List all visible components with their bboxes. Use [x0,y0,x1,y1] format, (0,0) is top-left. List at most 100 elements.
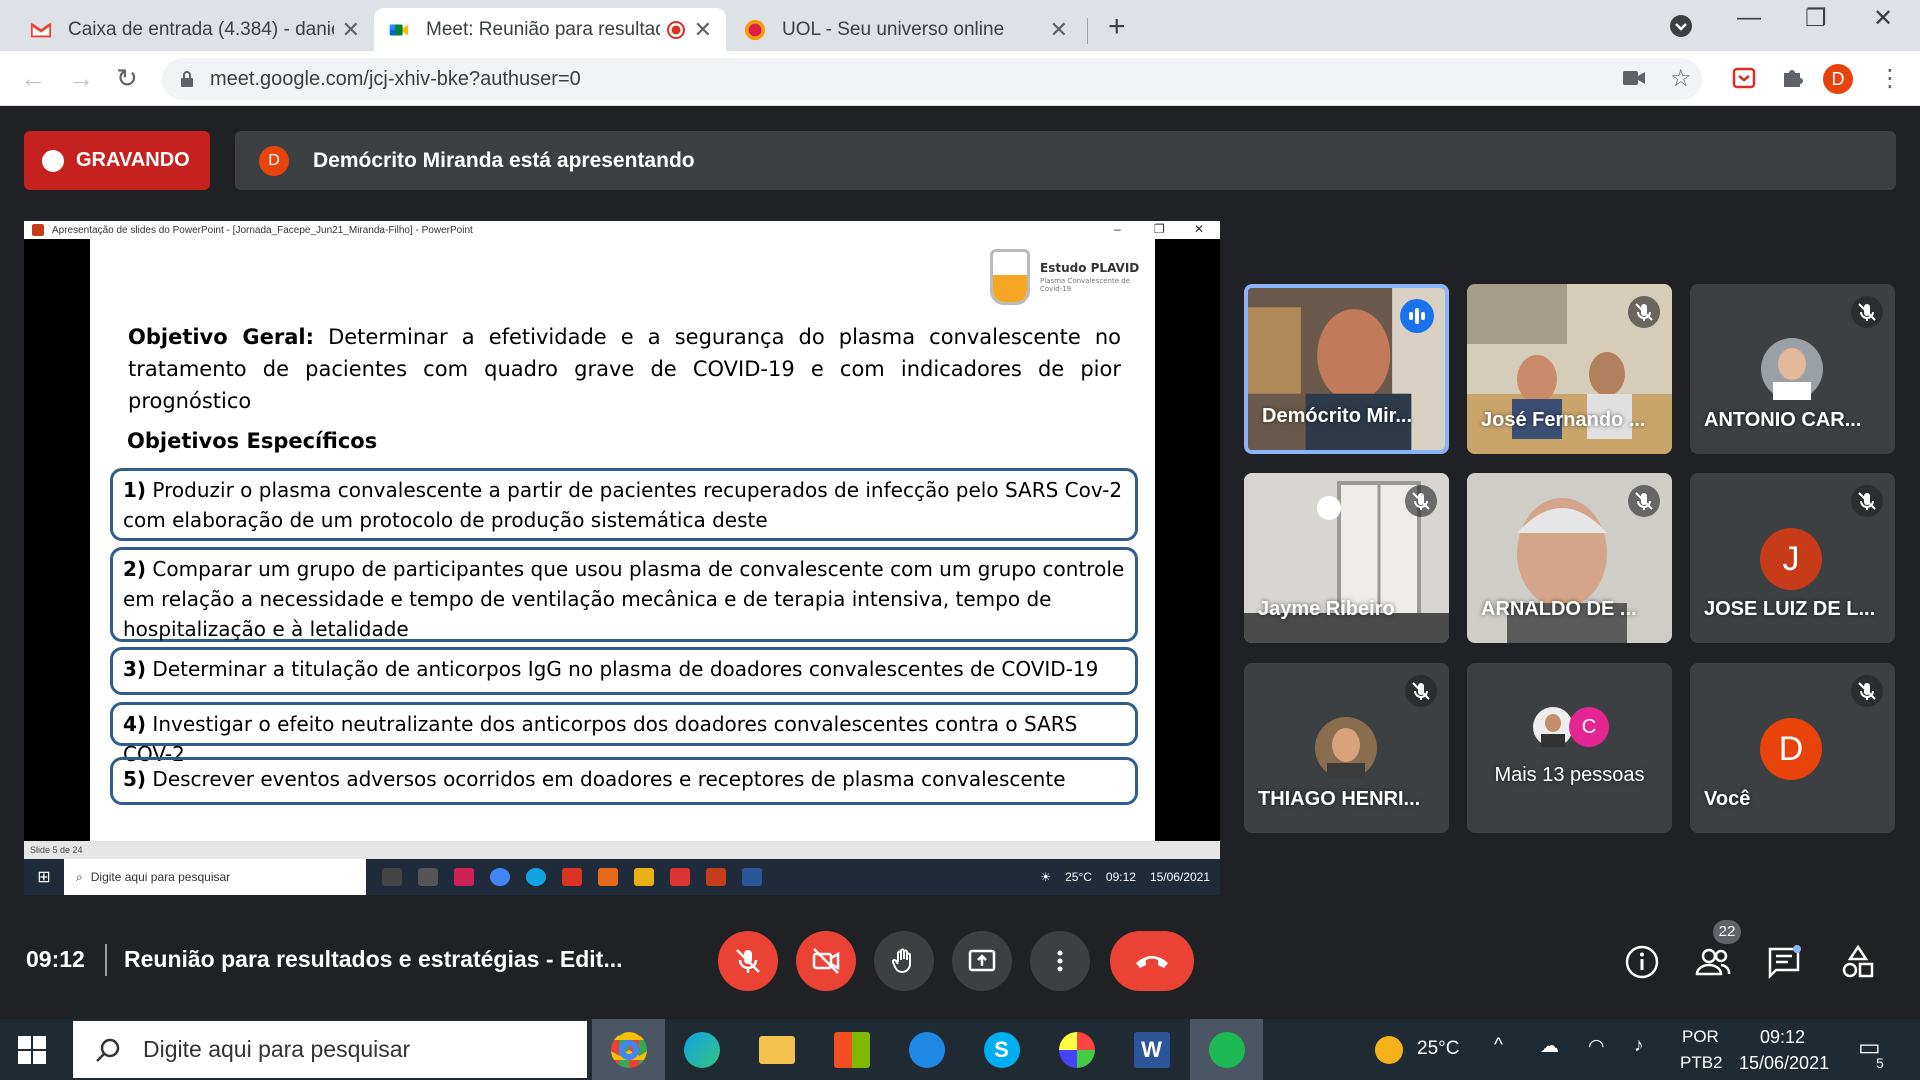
wifi-icon[interactable]: ◠ [1588,1035,1605,1058]
participant-photo [1315,717,1377,779]
meeting-details-icon[interactable] [1624,944,1660,980]
self-tile[interactable]: D Você [1690,663,1895,833]
microphone-toggle-button[interactable] [718,931,778,991]
search-icon [96,1038,120,1062]
tab-meet[interactable]: Meet: Reunião para resultad ✕ [374,8,726,51]
taskbar-spotify[interactable] [1190,1019,1263,1080]
powerpoint-icon [706,868,726,886]
participant-tile[interactable]: Demócrito Mir... [1244,284,1449,454]
tab-uol[interactable]: UOL - Seu universo online ✕ [730,8,1082,51]
participant-name: JOSE LUIZ DE L... [1704,598,1876,620]
participant-tile[interactable]: José Fernando ... [1467,284,1672,454]
word-icon [742,868,762,886]
activities-icon[interactable] [1840,944,1876,980]
objetivo-text: Produzir o plasma convalescente a partir… [123,478,1123,532]
minimize-button[interactable]: — [1737,4,1761,32]
forward-button[interactable]: → [68,63,94,94]
close-icon[interactable]: ✕ [694,17,712,43]
participant-tile[interactable]: THIAGO HENRI... [1244,663,1449,833]
shared-time: 09:12 [1105,870,1136,884]
recording-indicator-icon [666,20,685,39]
store-icon [833,1031,870,1068]
taskbar-paint[interactable] [1040,1019,1113,1080]
more-participants-tile[interactable]: C Mais 13 pessoas [1467,663,1672,833]
objetivo-geral: Objetivo Geral: Determinar a efetividade… [128,321,1121,417]
recording-badge[interactable]: GRAVANDO [24,131,210,190]
taskbar-search[interactable]: Digite aqui para pesquisar [73,1021,587,1078]
camera-icon[interactable] [1622,68,1646,88]
back-button[interactable]: ← [20,63,46,94]
participant-tile[interactable]: Jayme Ribeiro [1244,473,1449,643]
windows-taskbar: Digite aqui para pesquisar S W 25°C ^ ☁ … [0,1019,1920,1080]
raise-hand-button[interactable] [874,931,934,991]
present-screen-button[interactable] [952,931,1012,991]
chrome-icon [610,1031,647,1068]
bookmark-star-icon[interactable]: ☆ [1670,64,1692,93]
skype-icon: S [983,1031,1020,1068]
mic-off-icon [736,949,760,973]
logo-name: Estudo PLAVID [1040,261,1140,275]
participant-tile[interactable]: ARNALDO DE ... [1467,473,1672,643]
taskbar-date[interactable]: 15/06/2021 [1739,1053,1829,1074]
puzzle-icon[interactable] [1780,66,1804,90]
tab-title: UOL - Seu universo online [782,18,1005,40]
chat-icon[interactable] [1766,944,1802,980]
taskbar-chrome[interactable] [592,1019,665,1080]
close-icon[interactable]: ✕ [1050,17,1068,43]
people-icon[interactable] [1695,944,1731,980]
present-icon [968,949,996,972]
restore-button[interactable]: ❐ [1805,4,1827,33]
objetivo-item: 4) Investigar o efeito neutralizante dos… [110,702,1138,766]
task-view-icon [418,868,438,886]
weather-icon[interactable] [1375,1036,1403,1064]
minimize-icon: – [1114,222,1121,236]
taskbar-skype[interactable]: S [965,1019,1038,1080]
keyboard-layout[interactable]: PTB2 [1680,1053,1723,1073]
taskbar-store[interactable] [815,1019,888,1080]
presenting-text: Demócrito Miranda está apresentando [313,148,695,172]
taskbar-edge[interactable] [665,1019,738,1080]
chevron-up-icon[interactable]: ^ [1494,1035,1503,1057]
close-icon[interactable]: ✕ [342,17,360,43]
language-indicator[interactable]: POR [1682,1027,1719,1047]
store-icon [454,868,474,886]
profile-avatar[interactable]: D [1823,64,1853,94]
objetivo-item: 3) Determinar a titulação de anticorpos … [110,647,1138,695]
windows-start-icon[interactable] [18,1036,46,1064]
taskbar-explorer[interactable] [740,1019,813,1080]
objetivo-number: 4) [123,712,147,736]
folder-icon [758,1035,795,1064]
participant-name: ANTONIO CAR... [1704,409,1862,431]
leave-call-button[interactable] [1110,931,1194,991]
taskbar-time[interactable]: 09:12 [1760,1027,1805,1048]
camera-toggle-button[interactable] [796,931,856,991]
tab-gmail[interactable]: Caixa de entrada (4.384) - daniel ✕ [16,8,374,51]
volume-icon[interactable]: ♪ [1634,1035,1644,1057]
taskbar-app[interactable] [890,1019,963,1080]
participant-tile[interactable]: J JOSE LUIZ DE L... [1690,473,1895,643]
tab-separator [1087,18,1088,44]
onedrive-icon[interactable]: ☁ [1540,1035,1559,1058]
taskbar-word[interactable]: W [1115,1019,1188,1080]
tab-search-icon[interactable] [1669,14,1693,38]
shared-temp: 25°C [1065,870,1092,884]
close-window-button[interactable]: ✕ [1873,4,1893,33]
browser-toolbar: ← → ↻ meet.google.com/jcj-xhiv-bke?authu… [0,51,1920,106]
participants-count-badge: 22 [1713,920,1741,944]
plavid-logo: Estudo PLAVID Plasma Convalescente de Co… [990,249,1140,309]
menu-icon[interactable]: ⋮ [1878,64,1902,93]
extension-pocket-icon[interactable] [1732,66,1756,90]
objetivo-text: Determinar a titulação de anticorpos IgG… [146,657,1099,681]
tab-title: Meet: Reunião para resultad [426,18,660,40]
speaking-indicator-icon [1400,299,1434,333]
meet-icon [389,24,409,35]
more-options-button[interactable] [1030,931,1090,991]
participant-tile[interactable]: ANTONIO CAR... [1690,284,1895,454]
objetivo-number: 3) [123,657,147,681]
edge-icon [526,868,546,886]
new-tab-button[interactable]: + [1108,10,1126,44]
address-bar[interactable]: meet.google.com/jcj-xhiv-bke?authuser=0 [162,58,1702,100]
reload-button[interactable]: ↻ [116,63,138,94]
objetivo-item: 5) Descrever eventos adversos ocorridos … [110,757,1138,805]
presenting-banner: D Demócrito Miranda está apresentando [235,131,1896,190]
